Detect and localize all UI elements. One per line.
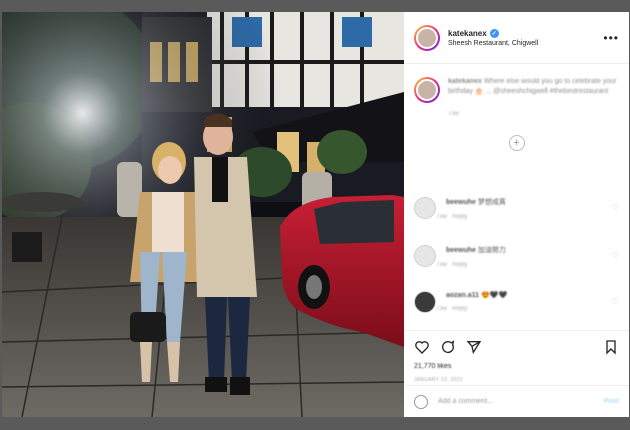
caption: katekanex Where else would you go to cel… <box>404 65 629 103</box>
bookmark-icon[interactable] <box>603 339 619 355</box>
post-comment-button[interactable]: Post <box>604 398 619 405</box>
more-options-icon[interactable]: ••• <box>603 31 619 45</box>
comments-section: katekanex Where else would you go to cel… <box>404 65 629 329</box>
caption-time: 73w <box>448 111 460 117</box>
comment-username[interactable]: beewuhe <box>446 247 476 254</box>
commenter-avatar[interactable] <box>414 291 436 313</box>
post-actions: 21,770 likes JANUARY 23, 2022 <box>404 330 629 389</box>
post-side-panel: katekanex ✓ Sheesh Restaurant, Chigwell … <box>404 12 629 417</box>
instagram-post: katekanex ✓ Sheesh Restaurant, Chigwell … <box>2 12 629 417</box>
comment-time: 73w <box>436 262 448 268</box>
author-avatar[interactable] <box>414 24 440 51</box>
comment-icon[interactable] <box>440 339 456 355</box>
comment-like-icon[interactable]: ♡ <box>612 297 619 306</box>
emoji-icon[interactable] <box>414 394 428 409</box>
viewer-backdrop: katekanex ✓ Sheesh Restaurant, Chigwell … <box>0 0 630 430</box>
reply-link[interactable]: Reply <box>452 306 467 312</box>
verified-badge-icon: ✓ <box>489 28 499 38</box>
comment-text: 梦想成真 <box>477 199 506 206</box>
caption-text: katekanex Where else would you go to cel… <box>448 77 619 103</box>
post-location[interactable]: Sheesh Restaurant, Chigwell <box>448 40 603 47</box>
reply-link[interactable]: Reply <box>452 214 467 220</box>
comment-like-icon[interactable]: ♡ <box>612 203 619 212</box>
post-header: katekanex ✓ Sheesh Restaurant, Chigwell … <box>404 12 629 64</box>
comment-like-icon[interactable]: ♡ <box>612 251 619 260</box>
post-date: JANUARY 23, 2022 <box>414 377 463 383</box>
load-more-comments-icon[interactable]: + <box>508 135 525 151</box>
comment-time: 73w <box>436 306 448 312</box>
commenter-avatar[interactable] <box>414 245 436 267</box>
heart-icon[interactable] <box>414 339 430 355</box>
likes-count[interactable]: 21,770 likes <box>414 363 619 370</box>
comment-item: aozan.a11 😍🖤🖤 73w Reply ♡ <box>414 291 619 313</box>
reply-link[interactable]: Reply <box>452 262 467 268</box>
caption-avatar[interactable] <box>414 77 440 103</box>
restaurant-photo-illustration <box>2 12 404 417</box>
post-photo[interactable] <box>2 12 404 417</box>
caption-username[interactable]: katekanex <box>448 78 482 85</box>
commenter-avatar[interactable] <box>414 197 436 219</box>
author-username[interactable]: katekanex <box>448 29 487 38</box>
add-comment-input[interactable]: Add a comment... <box>438 398 604 405</box>
comment-text: 😍🖤🖤 <box>481 292 508 299</box>
comment-item: beewuhe 加油努力 73w Reply ♡ <box>414 245 619 268</box>
comment-text: 加油努力 <box>477 247 506 254</box>
comment-username[interactable]: aozan.a11 <box>446 292 479 299</box>
comment-time: 73w <box>436 214 448 220</box>
comment-username[interactable]: beewuhe <box>446 199 476 206</box>
add-comment-bar: Add a comment... Post <box>404 385 629 417</box>
share-icon[interactable] <box>466 339 482 355</box>
comment-item: beewuhe 梦想成真 73w Reply ♡ <box>414 197 619 220</box>
